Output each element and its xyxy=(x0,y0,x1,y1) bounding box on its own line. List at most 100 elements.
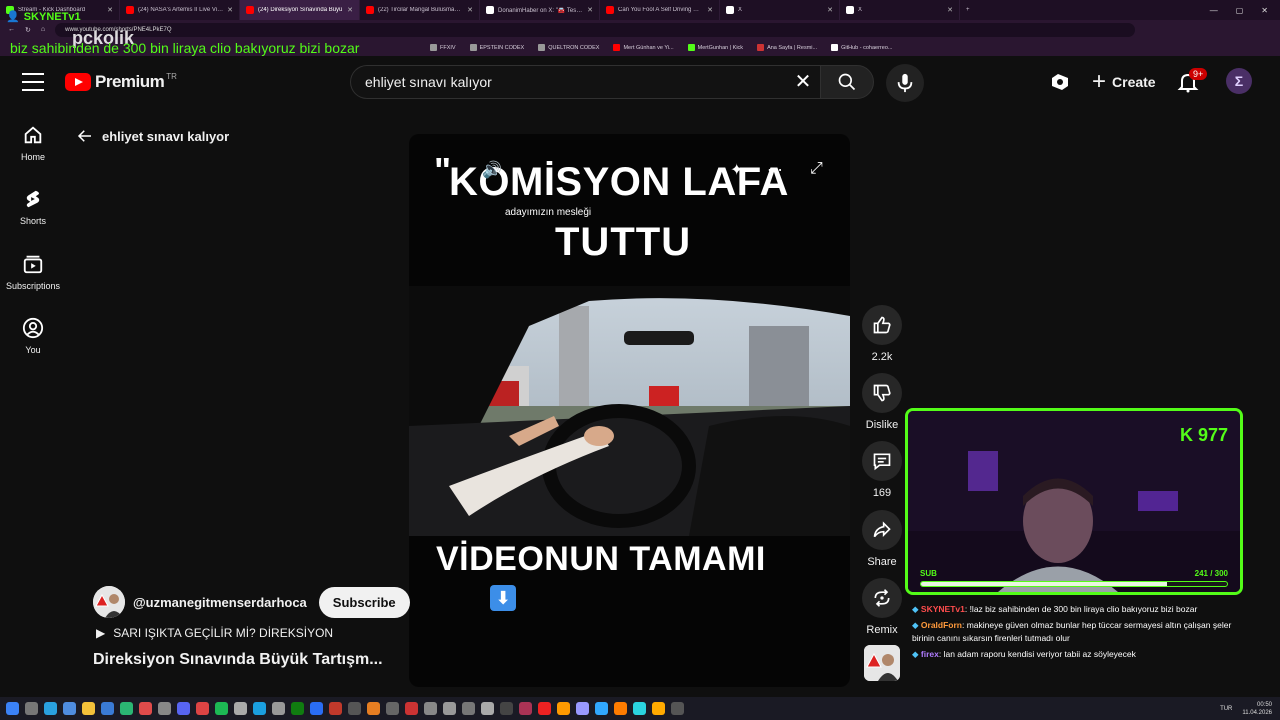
chat-username[interactable]: OraldForn xyxy=(921,620,962,630)
clock[interactable]: 00:50 11.04.2026 xyxy=(1242,701,1272,717)
taskbar-app-icon[interactable] xyxy=(234,702,247,715)
taskbar-app-icon[interactable] xyxy=(614,702,627,715)
menu-icon[interactable] xyxy=(22,73,44,91)
volume-icon[interactable]: 🔊 xyxy=(482,160,502,180)
taskbar-app-icon[interactable] xyxy=(310,702,323,715)
bookmark-item[interactable]: FFXIV xyxy=(430,44,456,51)
taskbar-app-icon[interactable] xyxy=(120,702,133,715)
taskbar-app-icon[interactable] xyxy=(196,702,209,715)
taskbar-app-icon[interactable] xyxy=(158,702,171,715)
back-nav-icon[interactable]: ← xyxy=(8,26,15,33)
taskbar-app-icon[interactable] xyxy=(177,702,190,715)
close-tab-icon[interactable]: ✕ xyxy=(107,6,113,14)
taskbar-app-icon[interactable] xyxy=(405,702,418,715)
close-tab-icon[interactable]: ✕ xyxy=(347,6,353,14)
taskbar-app-icon[interactable] xyxy=(462,702,475,715)
browser-tab[interactable]: DonanimHaber on X: "🚘 Tesla, Tü ✕ xyxy=(480,0,600,20)
browser-tab[interactable]: (22) Tircilar Mangal Bulusmasi Vor ✕ xyxy=(360,0,480,20)
remix-button[interactable]: Remix xyxy=(861,578,903,636)
taskbar-app-icon[interactable] xyxy=(272,702,285,715)
bookmark-item[interactable]: QUELTRON CODEX xyxy=(538,44,599,51)
channel-avatar[interactable] xyxy=(93,586,125,618)
taskbar-app-icon[interactable] xyxy=(386,702,399,715)
taskbar-app-icon[interactable] xyxy=(101,702,114,715)
taskbar-app-icon[interactable] xyxy=(348,702,361,715)
browser-tab[interactable]: Can You Fool A Self Driving Car? ✕ xyxy=(600,0,720,20)
search-button[interactable] xyxy=(820,65,874,99)
taskbar-app-icon[interactable] xyxy=(44,702,57,715)
taskbar-app-icon[interactable] xyxy=(519,702,532,715)
share-button[interactable]: Share xyxy=(861,510,903,568)
minimize-icon[interactable]: — xyxy=(1210,6,1218,15)
taskbar-app-icon[interactable] xyxy=(443,702,456,715)
language-indicator[interactable]: TUR xyxy=(1220,706,1232,712)
close-tab-icon[interactable]: ✕ xyxy=(587,6,593,14)
account-avatar[interactable]: Σ xyxy=(1226,68,1252,94)
bookmark-item[interactable]: EPSTEIN CODEX xyxy=(469,44,524,51)
youtube-logo[interactable]: Premium TR xyxy=(65,72,177,92)
taskbar-app-icon[interactable] xyxy=(291,702,304,715)
search-input[interactable]: ehliyet sınavı kalıyor ✕ xyxy=(350,65,820,99)
taskbar-app-icon[interactable] xyxy=(424,702,437,715)
back-to-search[interactable]: ehliyet sınavı kalıyor xyxy=(76,127,229,145)
sidebar-item-home[interactable]: Home xyxy=(0,124,66,162)
taskbar-app-icon[interactable] xyxy=(595,702,608,715)
close-tab-icon[interactable]: ✕ xyxy=(947,6,953,14)
ask-video-icon[interactable]: ✦ xyxy=(730,160,743,180)
taskbar-app-icon[interactable] xyxy=(367,702,380,715)
fullscreen-icon[interactable]: ⤢ xyxy=(810,160,823,178)
new-tab-button[interactable]: + xyxy=(960,0,980,20)
taskbar-app-icon[interactable] xyxy=(633,702,646,715)
sound-thumbnail[interactable] xyxy=(864,645,900,681)
video-title[interactable]: Direksiyon Sınavında Büyük Tartışm... xyxy=(93,651,393,669)
taskbar-app-icon[interactable] xyxy=(329,702,342,715)
bookmark-item[interactable]: Ana Sayfa | Resmi... xyxy=(757,44,817,51)
close-tab-icon[interactable]: ✕ xyxy=(227,6,233,14)
close-window-icon[interactable]: ✕ xyxy=(1261,6,1268,15)
voice-search-button[interactable] xyxy=(886,64,924,102)
subscribe-button[interactable]: Subscribe xyxy=(318,586,410,618)
bookmark-item[interactable]: MertGunhan | Kick xyxy=(687,44,743,51)
taskbar-app-icon[interactable] xyxy=(82,702,95,715)
bookmark-item[interactable]: Mert Günhan ve Yi... xyxy=(613,44,674,51)
sidebar-item-subscriptions[interactable]: Subscriptions xyxy=(0,253,66,291)
close-tab-icon[interactable]: ✕ xyxy=(707,6,713,14)
taskbar-app-icon[interactable] xyxy=(576,702,589,715)
taskbar-app-icon[interactable] xyxy=(557,702,570,715)
close-tab-icon[interactable]: ✕ xyxy=(827,6,833,14)
browser-tab[interactable]: (24) NASA's Artemis II Live Views f ✕ xyxy=(120,0,240,20)
home-browser-icon[interactable]: ⌂ xyxy=(41,26,45,33)
maximize-icon[interactable]: ▢ xyxy=(1236,6,1244,15)
browser-tab[interactable]: X ✕ xyxy=(720,0,840,20)
like-button[interactable]: 2.2k xyxy=(861,305,903,363)
dislike-button[interactable]: Dislike xyxy=(861,373,903,431)
sidebar-item-you[interactable]: You xyxy=(0,317,66,355)
taskbar-app-icon[interactable] xyxy=(63,702,76,715)
comments-button[interactable]: 169 xyxy=(861,441,903,499)
browser-tab[interactable]: X ✕ xyxy=(840,0,960,20)
chat-username[interactable]: firex xyxy=(921,649,939,659)
taskbar-app-icon[interactable] xyxy=(652,702,665,715)
reload-icon[interactable]: ↻ xyxy=(25,26,31,34)
taskbar-app-icon[interactable] xyxy=(500,702,513,715)
taskbar-app-icon[interactable] xyxy=(215,702,228,715)
ask-ai-icon[interactable] xyxy=(1048,70,1072,94)
browser-tab[interactable]: (24) Direksiyon Sınavında Büyü ✕ xyxy=(240,0,360,20)
bookmark-item[interactable]: GitHub - cohaerreo... xyxy=(831,44,892,51)
taskbar-app-icon[interactable] xyxy=(253,702,266,715)
channel-handle[interactable]: @uzmanegitmenserdarhoca xyxy=(133,595,307,610)
close-tab-icon[interactable]: ✕ xyxy=(467,6,473,14)
url-bar[interactable]: www.youtube.com/shorts/PNE4LPkE7Q xyxy=(55,22,1136,37)
taskbar-app-icon[interactable] xyxy=(6,702,19,715)
taskbar-app-icon[interactable] xyxy=(139,702,152,715)
taskbar-app-icon[interactable] xyxy=(671,702,684,715)
clear-search-icon[interactable]: ✕ xyxy=(792,71,814,93)
taskbar-app-icon[interactable] xyxy=(25,702,38,715)
more-options-icon[interactable]: ⋯ xyxy=(767,160,783,180)
chat-username[interactable]: SKYNETv1 xyxy=(921,604,965,614)
create-button[interactable]: + Create xyxy=(1080,65,1168,99)
sound-link[interactable]: ▶ SARI IŞIKTA GEÇİLİR Mİ? DİREKSİYON xyxy=(96,626,333,640)
taskbar-app-icon[interactable] xyxy=(481,702,494,715)
sidebar-item-shorts[interactable]: Shorts xyxy=(0,188,66,226)
taskbar-app-icon[interactable] xyxy=(538,702,551,715)
